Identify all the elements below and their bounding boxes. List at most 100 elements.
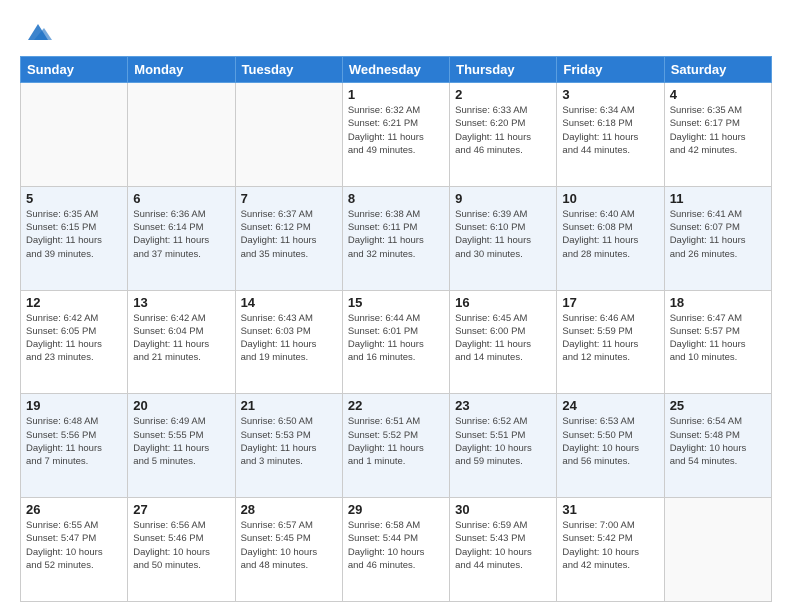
day-info: Sunrise: 6:40 AMSunset: 6:08 PMDaylight:… [562, 208, 658, 261]
calendar-day-cell [128, 83, 235, 187]
calendar-day-cell: 7 Sunrise: 6:37 AMSunset: 6:12 PMDaylight… [235, 186, 342, 290]
calendar-day-cell: 17Sunrise: 6:46 AMSunset: 5:59 PMDayligh… [557, 290, 664, 394]
day-number: 22 [348, 398, 444, 413]
day-number: 16 [455, 295, 551, 310]
calendar-day-cell: 24 Sunrise: 6:53 AMSunset: 5:50 PMDayligh… [557, 394, 664, 498]
day-info: Sunrise: 6:39 AMSunset: 6:10 PMDaylight:… [455, 208, 551, 261]
day-info: Sunrise: 6:58 AMSunset: 5:44 PMDaylight:… [348, 519, 444, 572]
weekday-header-monday: Monday [128, 57, 235, 83]
weekday-header-sunday: Sunday [21, 57, 128, 83]
calendar-day-cell: 9 Sunrise: 6:39 AMSunset: 6:10 PMDaylight… [450, 186, 557, 290]
weekday-header-row: SundayMondayTuesdayWednesdayThursdayFrid… [21, 57, 772, 83]
calendar-day-cell: 18 Sunrise: 6:47 AMSunset: 5:57 PMDayligh… [664, 290, 771, 394]
day-number: 7 [241, 191, 337, 206]
day-number: 20 [133, 398, 229, 413]
day-info: Sunrise: 6:51 AMSunset: 5:52 PMDaylight:… [348, 415, 444, 468]
day-number: 15 [348, 295, 444, 310]
calendar-day-cell: 21 Sunrise: 6:50 AMSunset: 5:53 PMDayligh… [235, 394, 342, 498]
day-number: 24 [562, 398, 658, 413]
day-info: Sunrise: 6:54 AMSunset: 5:48 PMDaylight:… [670, 415, 766, 468]
day-number: 26 [26, 502, 122, 517]
day-number: 21 [241, 398, 337, 413]
day-number: 13 [133, 295, 229, 310]
day-info: Sunrise: 6:33 AMSunset: 6:20 PMDaylight:… [455, 104, 551, 157]
calendar-day-cell: 26 Sunrise: 6:55 AMSunset: 5:47 PMDayligh… [21, 498, 128, 602]
day-info: Sunrise: 6:47 AMSunset: 5:57 PMDaylight:… [670, 312, 766, 365]
calendar-day-cell: 30 Sunrise: 6:59 AMSunset: 5:43 PMDayligh… [450, 498, 557, 602]
day-info: Sunrise: 6:32 AMSunset: 6:21 PMDaylight:… [348, 104, 444, 157]
calendar-day-cell: 4Sunrise: 6:35 AMSunset: 6:17 PMDaylight… [664, 83, 771, 187]
weekday-header-thursday: Thursday [450, 57, 557, 83]
day-number: 17 [562, 295, 658, 310]
day-number: 19 [26, 398, 122, 413]
day-info: Sunrise: 6:37 AMSunset: 6:12 PMDaylight:… [241, 208, 337, 261]
calendar-day-cell: 22 Sunrise: 6:51 AMSunset: 5:52 PMDayligh… [342, 394, 449, 498]
calendar-day-cell: 12 Sunrise: 6:42 AMSunset: 6:05 PMDayligh… [21, 290, 128, 394]
calendar-day-cell: 3 Sunrise: 6:34 AMSunset: 6:18 PMDaylight… [557, 83, 664, 187]
weekday-header-wednesday: Wednesday [342, 57, 449, 83]
day-number: 1 [348, 87, 444, 102]
weekday-header-saturday: Saturday [664, 57, 771, 83]
calendar-day-cell: 15 Sunrise: 6:44 AMSunset: 6:01 PMDayligh… [342, 290, 449, 394]
calendar-day-cell: 28 Sunrise: 6:57 AMSunset: 5:45 PMDayligh… [235, 498, 342, 602]
calendar-day-cell: 6Sunrise: 6:36 AMSunset: 6:14 PMDaylight… [128, 186, 235, 290]
day-info: Sunrise: 6:41 AMSunset: 6:07 PMDaylight:… [670, 208, 766, 261]
day-number: 8 [348, 191, 444, 206]
header [20, 18, 772, 46]
calendar-table: SundayMondayTuesdayWednesdayThursdayFrid… [20, 56, 772, 602]
day-info: Sunrise: 6:53 AMSunset: 5:50 PMDaylight:… [562, 415, 658, 468]
calendar-page: SundayMondayTuesdayWednesdayThursdayFrid… [0, 0, 792, 612]
calendar-week-row: 1 Sunrise: 6:32 AMSunset: 6:21 PMDaylight… [21, 83, 772, 187]
calendar-day-cell [21, 83, 128, 187]
day-info: Sunrise: 6:42 AMSunset: 6:04 PMDaylight:… [133, 312, 229, 365]
day-number: 14 [241, 295, 337, 310]
day-info: Sunrise: 6:52 AMSunset: 5:51 PMDaylight:… [455, 415, 551, 468]
day-info: Sunrise: 6:45 AMSunset: 6:00 PMDaylight:… [455, 312, 551, 365]
day-info: Sunrise: 6:34 AMSunset: 6:18 PMDaylight:… [562, 104, 658, 157]
day-number: 31 [562, 502, 658, 517]
day-info: Sunrise: 6:48 AMSunset: 5:56 PMDaylight:… [26, 415, 122, 468]
day-number: 10 [562, 191, 658, 206]
logo [20, 18, 52, 46]
day-number: 9 [455, 191, 551, 206]
day-info: Sunrise: 6:42 AMSunset: 6:05 PMDaylight:… [26, 312, 122, 365]
calendar-day-cell: 23Sunrise: 6:52 AMSunset: 5:51 PMDayligh… [450, 394, 557, 498]
day-number: 30 [455, 502, 551, 517]
calendar-day-cell: 2 Sunrise: 6:33 AMSunset: 6:20 PMDaylight… [450, 83, 557, 187]
calendar-week-row: 12 Sunrise: 6:42 AMSunset: 6:05 PMDayligh… [21, 290, 772, 394]
day-number: 11 [670, 191, 766, 206]
day-info: Sunrise: 6:36 AMSunset: 6:14 PMDaylight:… [133, 208, 229, 261]
day-number: 3 [562, 87, 658, 102]
logo-icon [24, 18, 52, 46]
day-number: 5 [26, 191, 122, 206]
day-number: 2 [455, 87, 551, 102]
day-info: Sunrise: 6:44 AMSunset: 6:01 PMDaylight:… [348, 312, 444, 365]
calendar-day-cell: 20 Sunrise: 6:49 AMSunset: 5:55 PMDayligh… [128, 394, 235, 498]
weekday-header-friday: Friday [557, 57, 664, 83]
day-number: 29 [348, 502, 444, 517]
day-info: Sunrise: 6:56 AMSunset: 5:46 PMDaylight:… [133, 519, 229, 572]
calendar-week-row: 5 Sunrise: 6:35 AMSunset: 6:15 PMDaylight… [21, 186, 772, 290]
day-number: 28 [241, 502, 337, 517]
calendar-day-cell: 27Sunrise: 6:56 AMSunset: 5:46 PMDayligh… [128, 498, 235, 602]
day-info: Sunrise: 6:35 AMSunset: 6:15 PMDaylight:… [26, 208, 122, 261]
calendar-day-cell [664, 498, 771, 602]
calendar-week-row: 26 Sunrise: 6:55 AMSunset: 5:47 PMDayligh… [21, 498, 772, 602]
calendar-day-cell: 29 Sunrise: 6:58 AMSunset: 5:44 PMDayligh… [342, 498, 449, 602]
calendar-day-cell: 5 Sunrise: 6:35 AMSunset: 6:15 PMDaylight… [21, 186, 128, 290]
calendar-day-cell: 11 Sunrise: 6:41 AMSunset: 6:07 PMDayligh… [664, 186, 771, 290]
calendar-day-cell: 19 Sunrise: 6:48 AMSunset: 5:56 PMDayligh… [21, 394, 128, 498]
calendar-day-cell: 25Sunrise: 6:54 AMSunset: 5:48 PMDayligh… [664, 394, 771, 498]
weekday-header-tuesday: Tuesday [235, 57, 342, 83]
day-info: Sunrise: 6:59 AMSunset: 5:43 PMDaylight:… [455, 519, 551, 572]
day-number: 12 [26, 295, 122, 310]
calendar-day-cell: 10 Sunrise: 6:40 AMSunset: 6:08 PMDayligh… [557, 186, 664, 290]
calendar-day-cell: 14Sunrise: 6:43 AMSunset: 6:03 PMDayligh… [235, 290, 342, 394]
day-info: Sunrise: 6:50 AMSunset: 5:53 PMDaylight:… [241, 415, 337, 468]
day-number: 18 [670, 295, 766, 310]
calendar-week-row: 19 Sunrise: 6:48 AMSunset: 5:56 PMDayligh… [21, 394, 772, 498]
day-info: Sunrise: 6:57 AMSunset: 5:45 PMDaylight:… [241, 519, 337, 572]
day-info: Sunrise: 7:00 AMSunset: 5:42 PMDaylight:… [562, 519, 658, 572]
day-info: Sunrise: 6:55 AMSunset: 5:47 PMDaylight:… [26, 519, 122, 572]
day-info: Sunrise: 6:49 AMSunset: 5:55 PMDaylight:… [133, 415, 229, 468]
